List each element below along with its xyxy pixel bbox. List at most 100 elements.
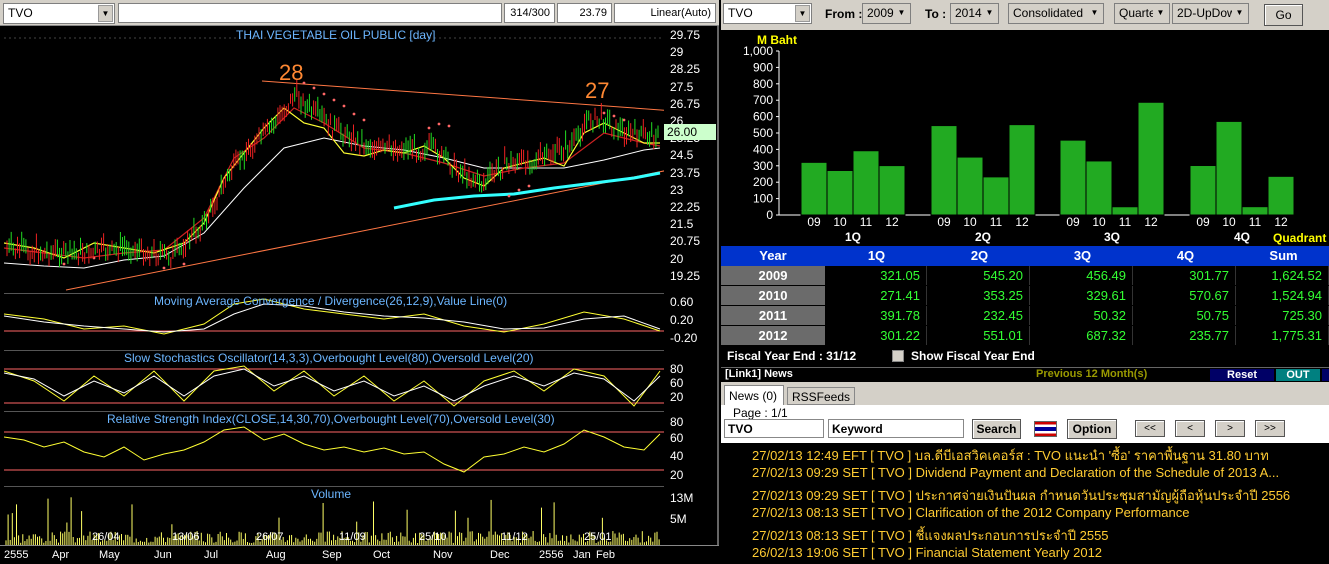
chevron-down-icon[interactable]: ▼	[1232, 5, 1247, 22]
table-header-cell[interactable]: 3Q	[1032, 246, 1133, 265]
quarter-bar[interactable]	[1267, 175, 1295, 216]
chevron-down-icon[interactable]: ▼	[1153, 5, 1168, 22]
price-tick: 19.25	[670, 268, 701, 283]
prev-page-button[interactable]: <	[1175, 420, 1205, 437]
stochastic-plot[interactable]: Slow Stochastics Oscillator(14,3,3),Over…	[3, 350, 664, 410]
quarter-bar[interactable]	[826, 169, 854, 216]
table-header-cell[interactable]: Year	[721, 246, 825, 265]
table-cell: 545.20	[929, 266, 1030, 285]
out-button[interactable]: OUT	[1276, 369, 1320, 381]
table-row: 2012 301.22 551.01 687.32 235.77 1,775.31	[721, 326, 1329, 346]
quarter-bar[interactable]	[1008, 124, 1036, 216]
price-tick: 21.5	[670, 217, 694, 232]
keyword-input[interactable]: Keyword	[828, 419, 964, 438]
quarter-bar[interactable]	[852, 150, 880, 216]
tab-news[interactable]: News (0)	[724, 385, 784, 405]
symbol-select[interactable]: TVO ▼	[723, 3, 812, 24]
bar-y-tick: 900	[753, 60, 773, 74]
month-label: Jun	[154, 549, 172, 561]
reset-button[interactable]: Reset	[1210, 369, 1274, 381]
quarter-bar[interactable]	[878, 165, 906, 216]
bar-year-label: 11	[1119, 215, 1132, 229]
symbol-combo[interactable]: TVO ▼	[3, 3, 115, 24]
date-label: 25/10	[419, 531, 447, 543]
news-item[interactable]: 27/02/13 08:13 SET [ TVO ] ชี้แจงผลประกอ…	[752, 525, 1109, 546]
rsi-tick: 60	[670, 431, 684, 445]
tab-rss[interactable]: RSSFeeds	[787, 387, 855, 405]
quarter-bar[interactable]	[800, 161, 828, 216]
table-row: 2010 271.41 353.25 329.61 570.67 1,524.94	[721, 286, 1329, 306]
date-label: 13/06	[172, 531, 200, 543]
table-header-cell[interactable]: 1Q	[826, 246, 927, 265]
thai-flag-icon[interactable]	[1034, 421, 1057, 437]
volume-title: Volume	[311, 487, 352, 501]
table-cell: 1,524.94	[1238, 286, 1329, 305]
quarter-bar[interactable]	[1059, 139, 1087, 216]
quarter-bar[interactable]	[1189, 165, 1217, 216]
chevron-down-icon[interactable]: ▼	[894, 5, 909, 22]
quarter-bar[interactable]	[956, 156, 984, 216]
bar-year-label: 10	[1222, 215, 1236, 229]
table-cell: 456.49	[1032, 266, 1133, 285]
first-page-button[interactable]: <<	[1135, 420, 1165, 437]
price-chart-svg	[3, 37, 745, 291]
chevron-down-icon[interactable]: ▼	[1087, 5, 1102, 22]
last-page-button[interactable]: >>	[1255, 420, 1285, 437]
scale-mode[interactable]: Linear(Auto)	[614, 3, 716, 23]
table-header-cell[interactable]: 2Q	[929, 246, 1030, 265]
news-tab-body: Page : 1/1 TVO Keyword Search Option << …	[721, 405, 1329, 564]
price-tick: 24.5	[670, 148, 694, 163]
show-fiscal-checkbox[interactable]	[892, 350, 904, 362]
month-label: Jul	[204, 549, 219, 561]
app-root: TVO ▼ 314/300 23.79 Linear(Auto) THAI VE…	[0, 0, 1329, 564]
annotation-peak-left: 28	[279, 60, 304, 85]
month-label: Jan	[573, 549, 591, 561]
table-header-cell[interactable]: Sum	[1238, 246, 1329, 265]
from-select[interactable]: 2009 ▼	[862, 3, 911, 24]
rsi-plot[interactable]: Relative Strength Index(CLOSE,14,30,70),…	[3, 411, 664, 485]
macd-plot[interactable]: Moving Average Convergence / Divergence(…	[3, 293, 664, 349]
quarter-group-label: 4Q	[1234, 230, 1250, 244]
quarter-bar[interactable]	[1137, 101, 1165, 216]
quarter-bar[interactable]	[1215, 120, 1243, 216]
quarter-bar[interactable]	[1241, 206, 1269, 216]
chevron-down-icon[interactable]: ▼	[795, 5, 810, 22]
chart-mode-select[interactable]: 2D-UpDown ▼	[1172, 3, 1249, 24]
news-item[interactable]: 27/02/13 09:29 SET [ TVO ] ประกาศจ่ายเงิ…	[752, 485, 1290, 506]
news-item[interactable]: 27/02/13 12:49 EFT [ TVO ] บล.ดีบีเอสวิค…	[752, 445, 1269, 466]
search-button[interactable]: Search	[972, 419, 1021, 439]
month-label: May	[99, 549, 120, 561]
option-button[interactable]: Option	[1067, 419, 1117, 439]
quarter-bar[interactable]	[1085, 160, 1113, 216]
table-header-cell[interactable]: 4Q	[1135, 246, 1236, 265]
stoch-tick: 60	[670, 376, 684, 390]
price-tick: 20.75	[670, 234, 701, 249]
price-tick: 23.75	[670, 165, 701, 180]
consolidated-select[interactable]: Consolidated ▼	[1008, 3, 1104, 24]
go-button[interactable]: Go	[1264, 4, 1303, 26]
bar-year-label: 11	[1249, 215, 1262, 229]
next-page-button[interactable]: >	[1215, 420, 1245, 437]
to-select[interactable]: 2014 ▼	[950, 3, 999, 24]
table-cell: 235.77	[1135, 326, 1236, 345]
chevron-down-icon[interactable]: ▼	[982, 5, 997, 22]
price-plot[interactable]: THAI VEGETABLE OIL PUBLIC [day] 28 27	[3, 28, 745, 293]
price-tick: 26.75	[670, 96, 701, 111]
news-item[interactable]: 26/02/13 19:06 SET [ TVO ] Financial Sta…	[752, 545, 1102, 560]
bar-year-label: 10	[963, 215, 977, 229]
date-label: 11/09	[339, 531, 366, 543]
table-cell: 687.32	[1032, 326, 1133, 345]
news-item[interactable]: 27/02/13 09:29 SET [ TVO ] Dividend Paym…	[752, 465, 1279, 480]
quarter-bar[interactable]	[930, 125, 958, 216]
news-symbol-input[interactable]: TVO	[724, 419, 824, 438]
quarter-bar[interactable]	[1111, 206, 1139, 216]
quarter-bar[interactable]	[982, 176, 1010, 216]
news-item[interactable]: 27/02/13 08:13 SET [ TVO ] Clarification…	[752, 505, 1189, 520]
chevron-down-icon[interactable]: ▼	[98, 5, 113, 22]
bar-y-tick: 1,000	[743, 44, 773, 58]
news-list: 27/02/13 12:49 EFT [ TVO ] บล.ดีบีเอสวิค…	[721, 443, 1329, 564]
period-select[interactable]: Quarter ▼	[1114, 3, 1170, 24]
table-cell: 329.61	[1032, 286, 1133, 305]
month-label: Aug	[266, 549, 286, 561]
bar-count: 314/300	[504, 3, 555, 23]
